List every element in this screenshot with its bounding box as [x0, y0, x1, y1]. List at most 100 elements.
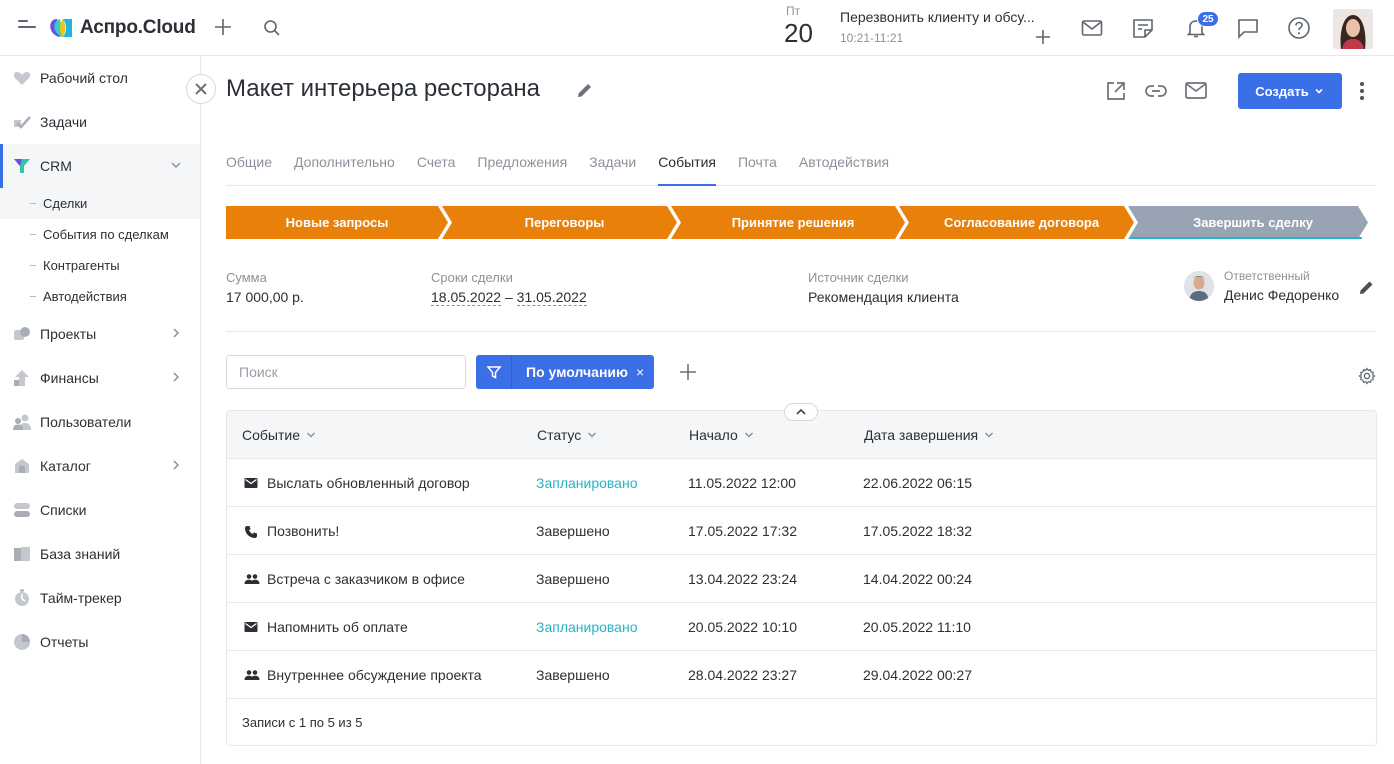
tab-events[interactable]: События: [658, 152, 716, 186]
sidebar-item-label: Задачи: [40, 114, 88, 130]
sidebar-item-lists[interactable]: Списки: [0, 488, 200, 532]
search-input[interactable]: [226, 355, 466, 389]
column-label: Дата завершения: [864, 427, 979, 443]
sidebar-subitem-deal-events[interactable]: События по сделкам: [0, 219, 200, 250]
sidebar-item-tasks[interactable]: Задачи: [0, 100, 200, 144]
event-name[interactable]: Встреча с заказчиком в офисе: [267, 571, 465, 587]
upcoming-event-title[interactable]: Перезвонить клиенту и обсу...: [840, 9, 1052, 25]
gear-icon[interactable]: [1358, 367, 1376, 388]
create-button-label: Создать: [1255, 83, 1309, 99]
column-start[interactable]: Начало: [689, 427, 754, 443]
sidebar-subitem-autoactions[interactable]: Автодействия: [0, 281, 200, 312]
send-mail-icon[interactable]: [1184, 80, 1208, 105]
collapse-toggle[interactable]: [784, 403, 818, 421]
sidebar-item-finance[interactable]: Финансы: [0, 356, 200, 400]
table-row[interactable]: Встреча с заказчиком в офисе Завершено 1…: [227, 555, 1376, 603]
notes-icon[interactable]: [1131, 16, 1155, 40]
mail-icon[interactable]: [1080, 16, 1104, 40]
menu-icon[interactable]: [18, 20, 36, 34]
column-event[interactable]: Событие: [242, 427, 316, 443]
start-date: 20.05.2022 10:10: [688, 619, 797, 635]
page-title: Макет интерьера ресторана: [226, 75, 540, 102]
sidebar-item-crm[interactable]: CRM: [0, 144, 200, 188]
close-panel-button[interactable]: [186, 74, 216, 104]
stage-new-requests[interactable]: Новые запросы: [226, 206, 448, 239]
sidebar-item-catalog[interactable]: Каталог: [0, 444, 200, 488]
stage-negotiations[interactable]: Переговоры: [452, 206, 677, 239]
chevron-down-icon: [171, 162, 181, 169]
event-name[interactable]: Напомнить об оплате: [267, 619, 408, 635]
link-icon[interactable]: [1144, 80, 1168, 105]
filter-preset-label[interactable]: По умолчанию ×: [512, 355, 655, 389]
sidebar-item-label: Отчеты: [40, 634, 89, 650]
sidebar-item-reports[interactable]: Отчеты: [0, 620, 200, 664]
date-start[interactable]: 18.05.2022: [431, 289, 502, 306]
date-end[interactable]: 31.05.2022: [516, 289, 587, 306]
chat-icon[interactable]: [1236, 16, 1260, 40]
column-end[interactable]: Дата завершения: [864, 427, 994, 443]
sidebar-item-desktop[interactable]: Рабочий стол: [0, 56, 200, 100]
column-status[interactable]: Статус: [537, 427, 597, 443]
add-icon[interactable]: [212, 16, 234, 38]
more-options-icon[interactable]: [1360, 82, 1366, 103]
event-name[interactable]: Выслать обновленный договор: [267, 475, 470, 491]
event-name[interactable]: Внутреннее обсуждение проекта: [267, 667, 482, 683]
tab-additional[interactable]: Дополнительно: [294, 152, 395, 186]
aspro-logo-icon: [50, 19, 72, 37]
sidebar-item-timer[interactable]: Тайм-трекер: [0, 576, 200, 620]
tab-offers[interactable]: Предложения: [477, 152, 567, 186]
events-table: Событие Статус Начало Дата завершения Вы…: [226, 410, 1377, 746]
stage-decision[interactable]: Принятие решения: [681, 206, 905, 239]
stage-contract-approval[interactable]: Согласование договора: [909, 206, 1134, 239]
tab-tasks[interactable]: Задачи: [589, 152, 636, 186]
add-event-icon[interactable]: [1034, 28, 1052, 49]
stage-close-deal[interactable]: Завершить сделку: [1138, 206, 1368, 239]
sidebar-item-projects[interactable]: Проекты: [0, 312, 200, 356]
create-button[interactable]: Создать: [1238, 73, 1342, 109]
responsible-avatar[interactable]: [1184, 271, 1214, 301]
tab-invoices[interactable]: Счета: [417, 152, 456, 186]
edit-title-icon[interactable]: [575, 80, 595, 103]
sum-value: 17 000,00 р.: [226, 289, 304, 305]
tab-autoactions[interactable]: Автодействия: [799, 152, 889, 186]
table-row[interactable]: Напомнить об оплате Запланировано 20.05.…: [227, 603, 1376, 651]
clear-filter-icon[interactable]: ×: [636, 364, 644, 380]
start-date: 11.05.2022 12:00: [688, 475, 796, 491]
end-date: 17.05.2022 18:32: [863, 523, 972, 539]
sidebar-item-knowledge[interactable]: База знаний: [0, 532, 200, 576]
table-row[interactable]: Выслать обновленный договор Запланирован…: [227, 459, 1376, 507]
logo[interactable]: Аспро.Cloud: [48, 16, 196, 40]
close-icon: [195, 83, 207, 95]
lists-icon: [14, 503, 30, 517]
status-badge: Запланировано: [536, 475, 638, 491]
open-external-icon[interactable]: [1105, 80, 1127, 105]
chevron-down-icon: [744, 432, 753, 438]
table-row[interactable]: Внутреннее обсуждение проекта Завершено …: [227, 651, 1376, 699]
status-badge: Завершено: [536, 667, 610, 683]
sidebar-item-users[interactable]: Пользователи: [0, 400, 200, 444]
sidebar-item-label: Тайм-трекер: [40, 590, 122, 606]
edit-responsible-icon[interactable]: [1358, 278, 1376, 299]
notifications-badge: 25: [1197, 11, 1219, 27]
heart-icon: [13, 72, 31, 85]
sidebar-subitem-counterparties[interactable]: Контрагенты: [0, 250, 200, 281]
phone-icon: [245, 526, 257, 538]
column-label: Статус: [537, 427, 582, 443]
filter-icon[interactable]: [476, 355, 512, 389]
table-row[interactable]: Позвонить! Завершено 17.05.2022 17:32 17…: [227, 507, 1376, 555]
tab-mail[interactable]: Почта: [738, 152, 777, 186]
search-icon[interactable]: [262, 18, 282, 41]
end-date: 14.04.2022 00:24: [863, 571, 972, 587]
calendar-day-number[interactable]: 20: [784, 18, 813, 49]
tab-general[interactable]: Общие: [226, 152, 272, 186]
logo-text: Аспро.Cloud: [80, 17, 196, 38]
help-icon[interactable]: [1287, 16, 1311, 40]
add-filter-icon[interactable]: [678, 362, 698, 385]
filter-preset-button[interactable]: По умолчанию ×: [476, 355, 655, 389]
sidebar-item-label: CRM: [40, 158, 72, 174]
deal-dates: 18.05.2022 – 31.05.2022: [431, 289, 587, 306]
user-avatar[interactable]: [1333, 9, 1373, 49]
dates-label: Сроки сделки: [431, 270, 513, 285]
event-name[interactable]: Позвонить!: [267, 523, 339, 539]
sidebar-subitem-deals[interactable]: Сделки: [0, 188, 200, 219]
